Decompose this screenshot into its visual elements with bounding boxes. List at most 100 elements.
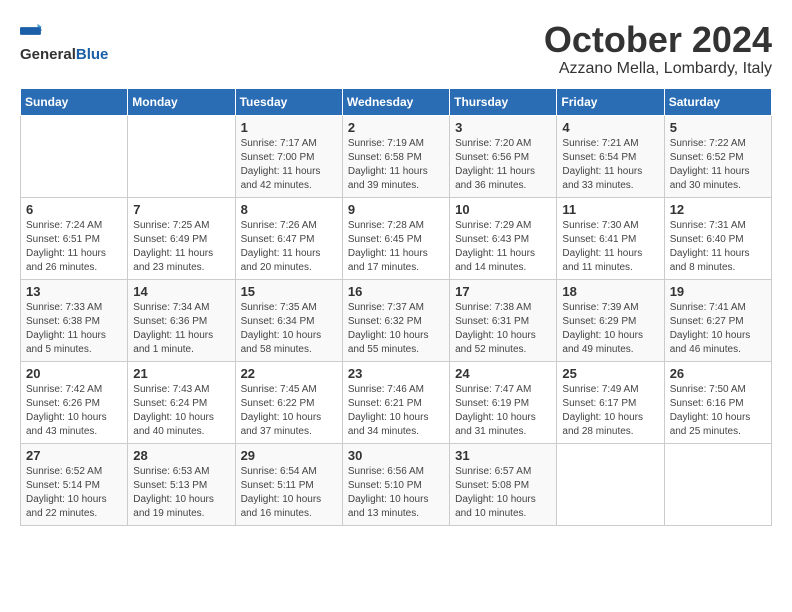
- day-number: 7: [133, 202, 229, 217]
- calendar-cell: 12 Sunrise: 7:31 AM Sunset: 6:40 PM Dayli…: [664, 197, 771, 279]
- calendar-cell: 8 Sunrise: 7:26 AM Sunset: 6:47 PM Daylig…: [235, 197, 342, 279]
- day-number: 5: [670, 120, 766, 135]
- day-info: Sunrise: 7:31 AM Sunset: 6:40 PM Dayligh…: [670, 219, 766, 275]
- calendar-week-3: 13Sunrise: 7:33 AM Sunset: 6:38 PM Dayli…: [21, 279, 772, 361]
- day-info: Sunrise: 6:54 AM Sunset: 5:11 PM Dayligh…: [241, 465, 337, 521]
- title-block: October 2024 Azzano Mella, Lombardy, Ita…: [544, 20, 772, 78]
- logo: GeneralBlue: [20, 20, 108, 63]
- header-tuesday: Tuesday: [235, 88, 342, 115]
- calendar-cell: [21, 115, 128, 197]
- day-info: Sunrise: 7:38 AM Sunset: 6:31 PM Dayligh…: [455, 301, 551, 357]
- calendar-cell: 13Sunrise: 7:33 AM Sunset: 6:38 PM Dayli…: [21, 279, 128, 361]
- calendar-subtitle: Azzano Mella, Lombardy, Italy: [544, 60, 772, 78]
- day-info: Sunrise: 7:42 AM Sunset: 6:26 PM Dayligh…: [26, 383, 122, 439]
- day-info: Sunrise: 6:53 AM Sunset: 5:13 PM Dayligh…: [133, 465, 229, 521]
- calendar-cell: 22Sunrise: 7:45 AM Sunset: 6:22 PM Dayli…: [235, 361, 342, 443]
- calendar-title: October 2024: [544, 20, 772, 60]
- day-number: 22: [241, 366, 337, 381]
- logo-icon: [20, 20, 42, 42]
- day-info: Sunrise: 6:56 AM Sunset: 5:10 PM Dayligh…: [348, 465, 444, 521]
- calendar-week-5: 27Sunrise: 6:52 AM Sunset: 5:14 PM Dayli…: [21, 443, 772, 525]
- day-number: 21: [133, 366, 229, 381]
- calendar-cell: 10Sunrise: 7:29 AM Sunset: 6:43 PM Dayli…: [450, 197, 557, 279]
- calendar-cell: 11 Sunrise: 7:30 AM Sunset: 6:41 PM Dayli…: [557, 197, 664, 279]
- calendar-cell: 18 Sunrise: 7:39 AM Sunset: 6:29 PM Dayli…: [557, 279, 664, 361]
- day-number: 25: [562, 366, 658, 381]
- day-info: Sunrise: 7:33 AM Sunset: 6:38 PM Dayligh…: [26, 301, 122, 357]
- calendar-cell: 20 Sunrise: 7:42 AM Sunset: 6:26 PM Dayli…: [21, 361, 128, 443]
- calendar-cell: 3 Sunrise: 7:20 AM Sunset: 6:56 PM Daylig…: [450, 115, 557, 197]
- header-row: Sunday Monday Tuesday Wednesday Thursday…: [21, 88, 772, 115]
- day-info: Sunrise: 7:41 AM Sunset: 6:27 PM Dayligh…: [670, 301, 766, 357]
- calendar-cell: [664, 443, 771, 525]
- calendar-week-2: 6Sunrise: 7:24 AM Sunset: 6:51 PM Daylig…: [21, 197, 772, 279]
- day-number: 18: [562, 284, 658, 299]
- calendar-cell: 28Sunrise: 6:53 AM Sunset: 5:13 PM Dayli…: [128, 443, 235, 525]
- day-number: 26: [670, 366, 766, 381]
- header-wednesday: Wednesday: [342, 88, 449, 115]
- day-number: 4: [562, 120, 658, 135]
- day-number: 20: [26, 366, 122, 381]
- calendar-cell: 14Sunrise: 7:34 AM Sunset: 6:36 PM Dayli…: [128, 279, 235, 361]
- calendar-cell: [128, 115, 235, 197]
- day-info: Sunrise: 7:34 AM Sunset: 6:36 PM Dayligh…: [133, 301, 229, 357]
- calendar-cell: 6Sunrise: 7:24 AM Sunset: 6:51 PM Daylig…: [21, 197, 128, 279]
- logo-blue: Blue: [76, 46, 109, 63]
- page-header: GeneralBlue October 2024 Azzano Mella, L…: [20, 20, 772, 78]
- day-number: 24: [455, 366, 551, 381]
- day-number: 3: [455, 120, 551, 135]
- calendar-cell: 30 Sunrise: 6:56 AM Sunset: 5:10 PM Dayli…: [342, 443, 449, 525]
- day-info: Sunrise: 6:52 AM Sunset: 5:14 PM Dayligh…: [26, 465, 122, 521]
- calendar-cell: 29 Sunrise: 6:54 AM Sunset: 5:11 PM Dayli…: [235, 443, 342, 525]
- calendar-cell: 1Sunrise: 7:17 AM Sunset: 7:00 PM Daylig…: [235, 115, 342, 197]
- day-number: 12: [670, 202, 766, 217]
- calendar-cell: 23Sunrise: 7:46 AM Sunset: 6:21 PM Dayli…: [342, 361, 449, 443]
- day-info: Sunrise: 7:24 AM Sunset: 6:51 PM Dayligh…: [26, 219, 122, 275]
- day-info: Sunrise: 7:50 AM Sunset: 6:16 PM Dayligh…: [670, 383, 766, 439]
- calendar-cell: 2 Sunrise: 7:19 AM Sunset: 6:58 PM Daylig…: [342, 115, 449, 197]
- logo-block: GeneralBlue: [20, 20, 108, 63]
- day-info: Sunrise: 7:43 AM Sunset: 6:24 PM Dayligh…: [133, 383, 229, 439]
- header-saturday: Saturday: [664, 88, 771, 115]
- day-number: 30: [348, 448, 444, 463]
- day-number: 9: [348, 202, 444, 217]
- day-number: 11: [562, 202, 658, 217]
- day-info: Sunrise: 7:20 AM Sunset: 6:56 PM Dayligh…: [455, 137, 551, 193]
- logo-general: General: [20, 46, 76, 63]
- calendar-cell: 21 Sunrise: 7:43 AM Sunset: 6:24 PM Dayli…: [128, 361, 235, 443]
- calendar-cell: 17 Sunrise: 7:38 AM Sunset: 6:31 PM Dayli…: [450, 279, 557, 361]
- calendar-week-4: 20 Sunrise: 7:42 AM Sunset: 6:26 PM Dayli…: [21, 361, 772, 443]
- day-number: 29: [241, 448, 337, 463]
- calendar-cell: 19Sunrise: 7:41 AM Sunset: 6:27 PM Dayli…: [664, 279, 771, 361]
- day-info: Sunrise: 7:39 AM Sunset: 6:29 PM Dayligh…: [562, 301, 658, 357]
- calendar-cell: 31Sunrise: 6:57 AM Sunset: 5:08 PM Dayli…: [450, 443, 557, 525]
- day-number: 16: [348, 284, 444, 299]
- day-number: 10: [455, 202, 551, 217]
- day-number: 2: [348, 120, 444, 135]
- day-number: 23: [348, 366, 444, 381]
- calendar-cell: 26 Sunrise: 7:50 AM Sunset: 6:16 PM Dayli…: [664, 361, 771, 443]
- day-info: Sunrise: 7:30 AM Sunset: 6:41 PM Dayligh…: [562, 219, 658, 275]
- header-friday: Friday: [557, 88, 664, 115]
- calendar-cell: 7 Sunrise: 7:25 AM Sunset: 6:49 PM Daylig…: [128, 197, 235, 279]
- calendar-cell: 25Sunrise: 7:49 AM Sunset: 6:17 PM Dayli…: [557, 361, 664, 443]
- calendar-cell: 24 Sunrise: 7:47 AM Sunset: 6:19 PM Dayli…: [450, 361, 557, 443]
- calendar-cell: 16 Sunrise: 7:37 AM Sunset: 6:32 PM Dayli…: [342, 279, 449, 361]
- calendar-cell: [557, 443, 664, 525]
- day-info: Sunrise: 7:37 AM Sunset: 6:32 PM Dayligh…: [348, 301, 444, 357]
- header-thursday: Thursday: [450, 88, 557, 115]
- calendar-cell: 9 Sunrise: 7:28 AM Sunset: 6:45 PM Daylig…: [342, 197, 449, 279]
- calendar-body: 1Sunrise: 7:17 AM Sunset: 7:00 PM Daylig…: [21, 115, 772, 525]
- day-info: Sunrise: 7:25 AM Sunset: 6:49 PM Dayligh…: [133, 219, 229, 275]
- day-info: Sunrise: 7:21 AM Sunset: 6:54 PM Dayligh…: [562, 137, 658, 193]
- day-info: Sunrise: 7:47 AM Sunset: 6:19 PM Dayligh…: [455, 383, 551, 439]
- day-info: Sunrise: 7:19 AM Sunset: 6:58 PM Dayligh…: [348, 137, 444, 193]
- day-info: Sunrise: 7:17 AM Sunset: 7:00 PM Dayligh…: [241, 137, 337, 193]
- day-info: Sunrise: 7:26 AM Sunset: 6:47 PM Dayligh…: [241, 219, 337, 275]
- day-number: 8: [241, 202, 337, 217]
- day-number: 17: [455, 284, 551, 299]
- calendar-cell: 5Sunrise: 7:22 AM Sunset: 6:52 PM Daylig…: [664, 115, 771, 197]
- day-info: Sunrise: 7:28 AM Sunset: 6:45 PM Dayligh…: [348, 219, 444, 275]
- calendar-cell: 27Sunrise: 6:52 AM Sunset: 5:14 PM Dayli…: [21, 443, 128, 525]
- day-info: Sunrise: 6:57 AM Sunset: 5:08 PM Dayligh…: [455, 465, 551, 521]
